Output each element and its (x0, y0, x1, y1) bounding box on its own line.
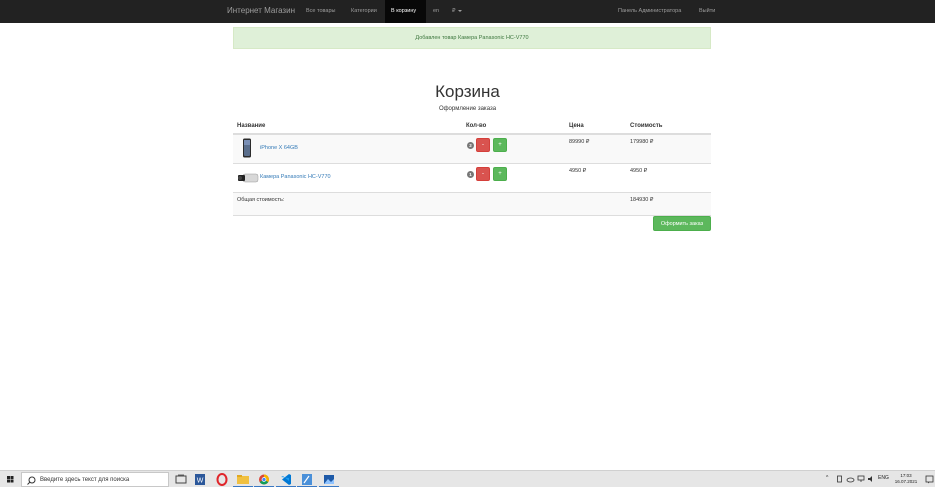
clock-date: 16.07.2021 (894, 479, 918, 484)
nav-cart[interactable]: В корзину (385, 0, 426, 23)
taskbar-clock[interactable]: 17:03 16.07.2021 (890, 473, 922, 485)
iphone-thumbnail[interactable] (241, 138, 253, 158)
taskbar-app-photos[interactable] (319, 471, 339, 487)
svg-text:W: W (197, 478, 204, 485)
item-price: 4950 ₽ (569, 168, 587, 174)
network-icon[interactable] (857, 475, 865, 483)
nav-logout[interactable]: Выйти (699, 8, 715, 14)
tray-expand-icon[interactable]: ^ (826, 475, 828, 481)
notifications-icon[interactable] (925, 475, 934, 484)
decrease-quantity-button[interactable]: - (476, 167, 490, 181)
search-placeholder: Введите здесь текст для поиска (40, 477, 130, 483)
nav-admin-panel[interactable]: Панель Администратора (618, 8, 681, 14)
windows-taskbar: Введите здесь текст для поиска W ^ ENG 1… (0, 470, 935, 487)
task-view-icon (175, 474, 187, 484)
taskbar-app-vscode[interactable] (276, 471, 296, 487)
editor-icon (302, 474, 312, 485)
nav-language[interactable]: en (433, 8, 439, 14)
table-row: Камера Panasonic HC-V770 1 - + 4950 ₽ 49… (233, 164, 711, 192)
nav-categories[interactable]: Категории (351, 8, 377, 14)
decrease-quantity-button[interactable]: - (476, 138, 490, 152)
alert-text: Добавлен товар Камера Panasonic HC-V770 (415, 35, 529, 41)
photos-icon (324, 475, 334, 484)
start-button[interactable] (0, 471, 20, 487)
word-icon: W (195, 474, 205, 485)
nav-cart-label: В корзину (391, 8, 417, 14)
camera-thumbnail[interactable] (237, 172, 259, 184)
taskbar-search-input[interactable]: Введите здесь текст для поиска (21, 472, 169, 487)
top-navbar: Интернет Магазин Все товары Категории В … (0, 0, 935, 23)
opera-icon (216, 473, 228, 486)
taskbar-app-editor[interactable] (297, 471, 317, 487)
page-subtitle: Оформление заказа (438, 106, 497, 112)
checkout-button-label: Оформить заказ (660, 221, 704, 227)
volume-icon[interactable] (867, 475, 875, 483)
table-row: iPhone X 64GB 2 - + 89990 ₽ 179980 ₽ (233, 135, 711, 163)
quantity-badge: 2 (467, 142, 474, 149)
increase-quantity-button[interactable]: + (493, 167, 507, 181)
item-cost: 179980 ₽ (630, 139, 654, 145)
checkout-button[interactable]: Оформить заказ (653, 216, 711, 231)
increase-quantity-button[interactable]: + (493, 138, 507, 152)
chrome-icon (259, 474, 269, 485)
column-header-name: Название (237, 123, 266, 129)
cloud-icon[interactable] (846, 475, 855, 483)
battery-icon[interactable] (836, 475, 844, 483)
column-header-qty: Кол-во (466, 123, 487, 129)
total-row: Общая стоимость: 184930 ₽ (233, 193, 711, 215)
total-value: 184930 ₽ (630, 197, 654, 203)
product-link-camera[interactable]: Камера Panasonic HC-V770 (260, 174, 331, 180)
nav-all-products[interactable]: Все товары (306, 8, 335, 14)
nav-currency-label: ₽ (452, 8, 456, 14)
language-indicator[interactable]: ENG (878, 475, 889, 481)
taskbar-app-explorer[interactable] (233, 471, 253, 487)
column-header-cost: Стоимость (630, 123, 663, 129)
taskbar-app-word[interactable]: W (190, 471, 210, 487)
taskbar-app-opera[interactable] (212, 471, 232, 487)
windows-icon (7, 476, 14, 483)
chevron-down-icon (457, 9, 462, 12)
search-icon (27, 476, 36, 485)
product-link-iphone[interactable]: iPhone X 64GB (260, 145, 298, 151)
success-alert: Добавлен товар Камера Panasonic HC-V770 (233, 27, 711, 49)
item-cost: 4950 ₽ (630, 168, 648, 174)
page-title: Корзина (435, 82, 500, 101)
table-bottom-divider (233, 215, 711, 216)
column-header-price: Цена (569, 123, 584, 129)
total-label: Общая стоимость: (237, 197, 285, 203)
navbar-brand[interactable]: Интернет Магазин (227, 6, 295, 15)
folder-icon (237, 475, 249, 484)
task-view-button[interactable] (171, 471, 191, 487)
quantity-badge: 1 (467, 171, 474, 178)
item-price: 89990 ₽ (569, 139, 590, 145)
navbar-container: Интернет Магазин Все товары Категории В … (221, 0, 723, 23)
nav-currency-dropdown[interactable]: ₽ (452, 8, 462, 14)
page: Интернет Магазин Все товары Категории В … (0, 0, 935, 487)
vscode-icon (281, 474, 291, 485)
taskbar-app-chrome[interactable] (254, 471, 274, 487)
